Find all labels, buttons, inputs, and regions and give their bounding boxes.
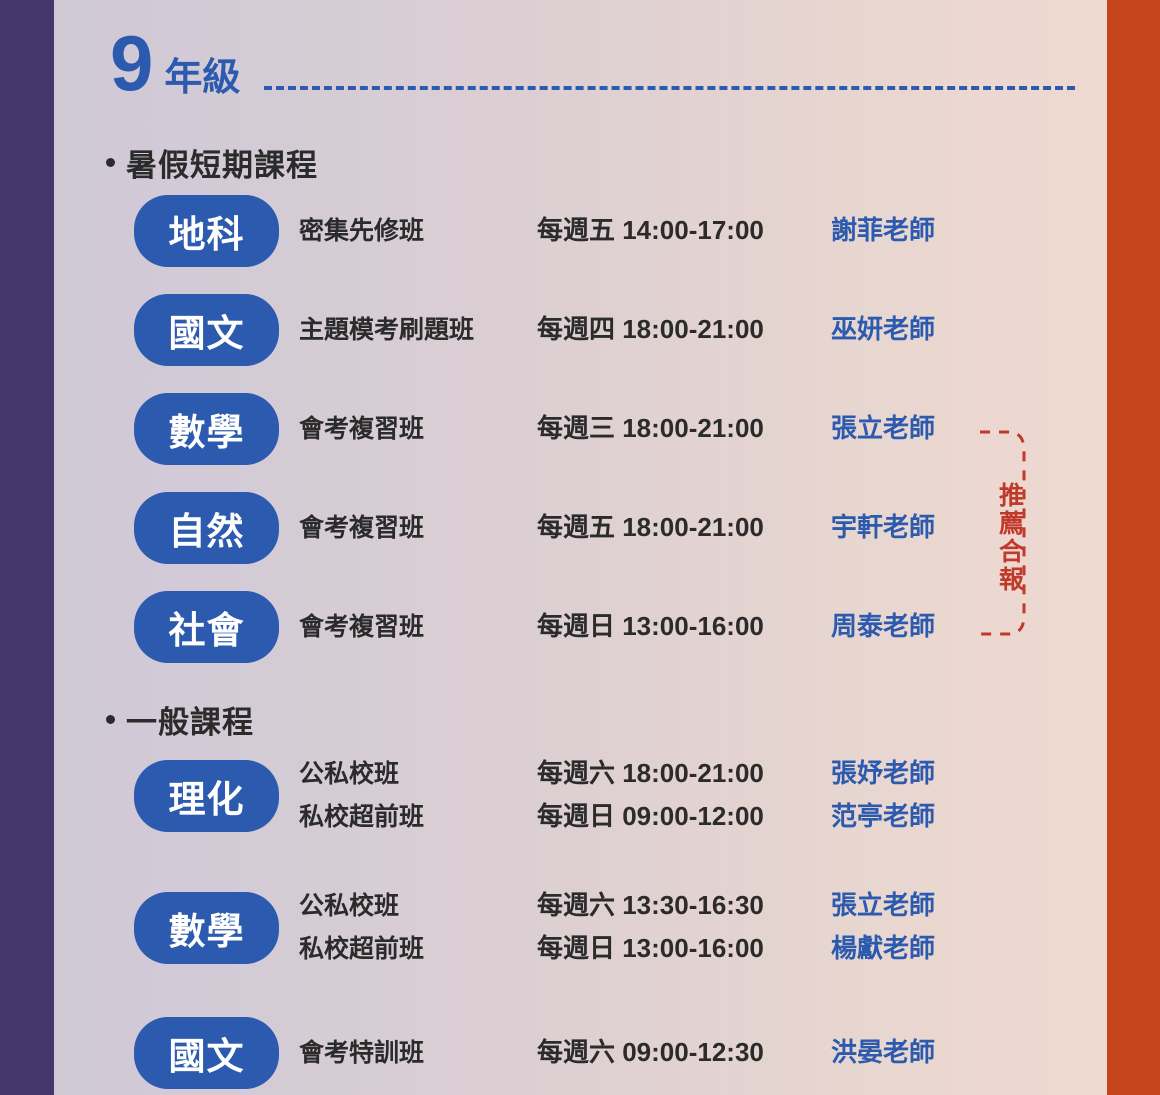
- course-teacher: 洪晏老師: [831, 1036, 936, 1067]
- section-title: 暑假短期課程: [126, 148, 318, 183]
- course-row[interactable]: 數學 會考複習班 每週三 18:00-21:00 張立老師: [134, 393, 1034, 465]
- course-teacher: 張立老師: [831, 890, 936, 920]
- course-schedule: 每週日 09:00-12:00: [537, 801, 764, 831]
- bullet-icon: [106, 715, 115, 724]
- course-schedule: 每週六 13:30-16:30: [537, 890, 764, 920]
- subject-badge[interactable]: 自然: [134, 492, 279, 564]
- course-row[interactable]: 理化 公私校班 每週六 18:00-21:00 張妤老師私校超前班 每週日 09:00-…: [134, 753, 1034, 839]
- course-schedule: 每週五 14:00-17:00: [537, 214, 764, 245]
- subject-badge[interactable]: 數學: [134, 393, 279, 465]
- course-teacher: 范亭老師: [831, 801, 936, 831]
- course-teacher: 巫妍老師: [831, 313, 936, 344]
- course-row[interactable]: 國文 會考特訓班 每週六 09:00-12:30 洪晏老師: [134, 1017, 1034, 1089]
- bullet-icon: [106, 158, 115, 167]
- section-title: 一般課程: [126, 705, 254, 740]
- course-name: 會考複習班: [299, 414, 425, 443]
- recommend-label: 推薦合報: [995, 482, 1024, 594]
- course-line[interactable]: 會考複習班 每週三 18:00-21:00 張立老師: [299, 408, 1034, 451]
- course-lines: 會考複習班 每週日 13:00-16:00 周泰老師: [299, 606, 1034, 649]
- course-name: 私校超前班: [299, 935, 425, 963]
- subject-badge[interactable]: 理化: [134, 760, 279, 832]
- course-lines: 會考複習班 每週五 18:00-21:00 宇軒老師: [299, 507, 1034, 550]
- course-row[interactable]: 地科 密集先修班 每週五 14:00-17:00 謝菲老師: [134, 195, 1034, 267]
- course-teacher: 宇軒老師: [831, 511, 936, 542]
- course-line[interactable]: 會考特訓班 每週六 09:00-12:30 洪晏老師: [299, 1032, 1034, 1075]
- course-line[interactable]: 私校超前班 每週日 09:00-12:00 范亭老師: [299, 796, 1034, 839]
- section-heading: 暑假短期課程: [106, 140, 318, 185]
- course-line[interactable]: 會考複習班 每週日 13:00-16:00 周泰老師: [299, 606, 1034, 649]
- course-schedule: 每週六 18:00-21:00: [537, 758, 764, 788]
- course-teacher: 謝菲老師: [831, 214, 936, 245]
- section-heading: 一般課程: [106, 697, 254, 742]
- poster-header: 9 年級: [110, 24, 1075, 104]
- header-dashed-rule: [264, 86, 1075, 90]
- course-line[interactable]: 密集先修班 每週五 14:00-17:00 謝菲老師: [299, 210, 1034, 253]
- subject-badge[interactable]: 數學: [134, 892, 279, 964]
- course-lines: 會考複習班 每週三 18:00-21:00 張立老師: [299, 408, 1034, 451]
- course-schedule: 每週五 18:00-21:00: [537, 511, 764, 542]
- recommend-bundle-annotation: 推薦合報: [978, 422, 1038, 644]
- course-name: 公私校班: [299, 892, 400, 920]
- course-lines: 公私校班 每週六 13:30-16:30 張立老師私校超前班 每週日 13:00-16…: [299, 885, 1034, 971]
- course-name: 私校超前班: [299, 803, 425, 831]
- course-lines: 主題模考刷題班 每週四 18:00-21:00 巫妍老師: [299, 309, 1034, 352]
- course-name: 會考複習班: [299, 513, 425, 542]
- course-schedule: 每週日 13:00-16:00: [537, 610, 764, 641]
- course-line[interactable]: 會考複習班 每週五 18:00-21:00 宇軒老師: [299, 507, 1034, 550]
- subject-badge[interactable]: 社會: [134, 591, 279, 663]
- grade-label: 年級: [164, 57, 241, 99]
- subject-badge[interactable]: 地科: [134, 195, 279, 267]
- course-teacher: 楊獻老師: [831, 933, 936, 963]
- course-teacher: 張妤老師: [831, 758, 936, 788]
- course-schedule: 每週日 13:00-16:00: [537, 933, 764, 963]
- course-row[interactable]: 社會 會考複習班 每週日 13:00-16:00 周泰老師: [134, 591, 1034, 663]
- course-name: 主題模考刷題班: [299, 315, 475, 344]
- subject-badge[interactable]: 國文: [134, 294, 279, 366]
- course-schedule: 每週三 18:00-21:00: [537, 412, 764, 443]
- course-line[interactable]: 私校超前班 每週日 13:00-16:00 楊獻老師: [299, 928, 1034, 971]
- course-teacher: 周泰老師: [831, 610, 936, 641]
- course-lines: 密集先修班 每週五 14:00-17:00 謝菲老師: [299, 210, 1034, 253]
- course-teacher: 張立老師: [831, 412, 936, 443]
- subject-badge[interactable]: 國文: [134, 1017, 279, 1089]
- course-row[interactable]: 數學 公私校班 每週六 13:30-16:30 張立老師私校超前班 每週日 13:00-…: [134, 885, 1034, 971]
- course-line[interactable]: 主題模考刷題班 每週四 18:00-21:00 巫妍老師: [299, 309, 1034, 352]
- course-line[interactable]: 公私校班 每週六 13:30-16:30 張立老師: [299, 885, 1034, 928]
- course-name: 公私校班: [299, 760, 400, 788]
- right-accent-bar: [1107, 0, 1160, 1095]
- course-name: 會考複習班: [299, 612, 425, 641]
- grade-number: 9: [110, 19, 153, 107]
- course-lines: 會考特訓班 每週六 09:00-12:30 洪晏老師: [299, 1032, 1034, 1075]
- left-accent-bar: [0, 0, 54, 1095]
- course-schedule: 每週六 09:00-12:30: [537, 1036, 764, 1067]
- course-row[interactable]: 自然 會考複習班 每週五 18:00-21:00 宇軒老師: [134, 492, 1034, 564]
- course-name: 密集先修班: [299, 216, 425, 245]
- course-row[interactable]: 國文 主題模考刷題班 每週四 18:00-21:00 巫妍老師: [134, 294, 1034, 366]
- course-line[interactable]: 公私校班 每週六 18:00-21:00 張妤老師: [299, 753, 1034, 796]
- course-name: 會考特訓班: [299, 1038, 425, 1067]
- course-lines: 公私校班 每週六 18:00-21:00 張妤老師私校超前班 每週日 09:00-12…: [299, 753, 1034, 839]
- grade-9-course-poster: 9 年級 暑假短期課程 地科 密集先修班 每週五 14:00-17:00 謝菲老師 國文主…: [0, 0, 1160, 1095]
- course-schedule: 每週四 18:00-21:00: [537, 313, 764, 344]
